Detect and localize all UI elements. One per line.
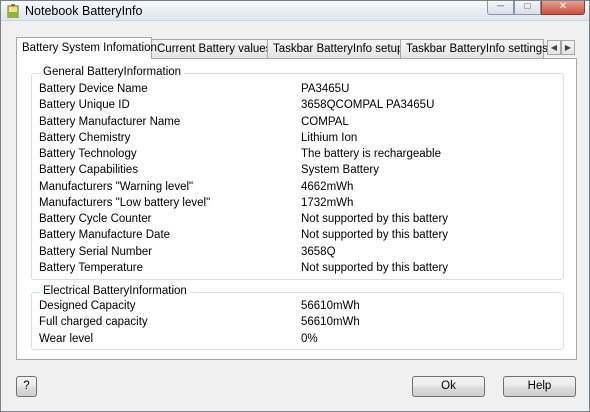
field-value: The battery is rechargeable bbox=[301, 148, 441, 160]
battery-app-icon bbox=[7, 4, 19, 18]
app-window: Notebook BatteryInfo ─ □ ✕ Battery Syste… bbox=[0, 0, 590, 412]
field-value: 3658QCOMPAL PA3465U bbox=[301, 99, 435, 112]
help-button[interactable]: Help bbox=[503, 376, 576, 397]
field-label: Wear level bbox=[39, 332, 94, 345]
field-value: Lithium Ion bbox=[301, 131, 358, 144]
ok-button[interactable]: Ok bbox=[412, 376, 485, 397]
general-info-title: General BatteryInformation bbox=[40, 66, 185, 78]
close-button[interactable]: ✕ bbox=[541, 1, 585, 15]
tab-taskbar-batteryinfo-settings[interactable]: Taskbar BatteryInfo settings bbox=[400, 39, 548, 58]
field-value: 56610mWh bbox=[301, 300, 360, 312]
help-question-button[interactable]: ? bbox=[16, 376, 37, 397]
field-value: 56610mWh bbox=[301, 316, 360, 329]
field-label: Battery Capabilities bbox=[39, 164, 139, 177]
tab-panel: General BatteryInformation Electrical Ba… bbox=[16, 58, 577, 360]
maximize-button[interactable]: □ bbox=[514, 1, 541, 15]
title-bar[interactable]: Notebook BatteryInfo ─ □ ✕ bbox=[1, 1, 589, 21]
tab-scroll-left-button[interactable]: ◀ bbox=[547, 40, 561, 55]
field-label: Full charged capacity bbox=[39, 316, 148, 329]
field-label: Battery Cycle Counter bbox=[39, 213, 152, 225]
field-value: Not supported by this battery bbox=[301, 229, 449, 242]
field-label: Designed Capacity bbox=[39, 300, 136, 312]
field-label: Battery Manufacturer Name bbox=[39, 115, 181, 128]
field-label: Manufacturers "Warning level" bbox=[39, 180, 194, 193]
field-label: Manufacturers "Low battery level" bbox=[39, 196, 211, 209]
field-value: 3658Q bbox=[301, 245, 336, 258]
field-label: Battery Temperature bbox=[39, 261, 143, 274]
field-label: Battery Manufacture Date bbox=[39, 229, 171, 242]
tab-battery-system-information[interactable]: Battery System Infomation bbox=[16, 37, 157, 59]
field-label: Battery Serial Number bbox=[39, 245, 153, 258]
tab-strip: Battery System Infomation Current Batter… bbox=[16, 37, 586, 59]
field-value: Not supported by this battery bbox=[301, 261, 449, 274]
field-value: Not supported by this battery bbox=[301, 213, 449, 225]
field-value: 0% bbox=[301, 332, 318, 345]
window-title: Notebook BatteryInfo bbox=[25, 4, 143, 18]
field-value: COMPAL bbox=[301, 115, 349, 128]
field-value: PA3465U bbox=[301, 83, 350, 95]
field-label: Battery Unique ID bbox=[39, 99, 130, 112]
minimize-button[interactable]: ─ bbox=[487, 1, 514, 15]
field-label: Battery Technology bbox=[39, 148, 137, 160]
field-value: 1732mWh bbox=[301, 196, 354, 209]
field-value: System Battery bbox=[301, 164, 379, 177]
field-label: Battery Chemistry bbox=[39, 131, 131, 144]
tab-scroll-right-button[interactable]: ▶ bbox=[561, 40, 575, 55]
electrical-info-title: Electrical BatteryInformation bbox=[40, 285, 190, 297]
tab-taskbar-batteryinfo-setup[interactable]: Taskbar BatteryInfo setup bbox=[267, 39, 403, 58]
tab-current-battery-values[interactable]: Current Battery values bbox=[151, 39, 271, 58]
field-label: Battery Device Name bbox=[39, 83, 148, 95]
field-value: 4662mWh bbox=[301, 180, 354, 193]
